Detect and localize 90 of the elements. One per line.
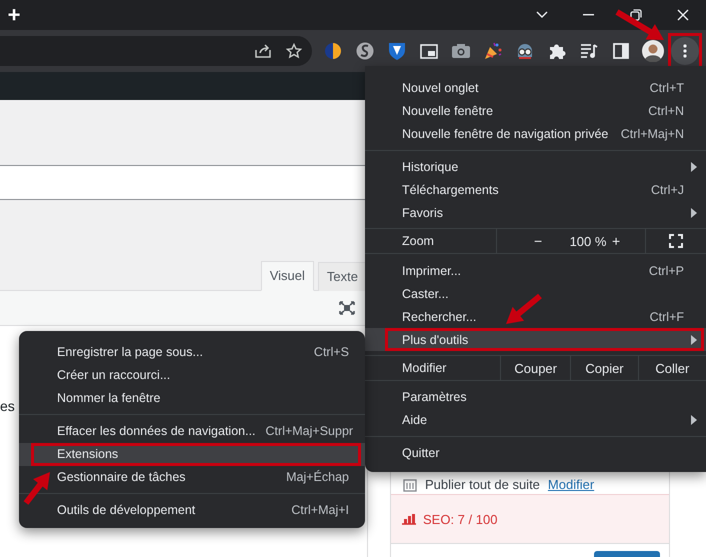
s-logo-icon[interactable] xyxy=(356,42,374,60)
menu-item[interactable]: Favoris xyxy=(365,201,706,224)
edit-button[interactable]: Couper xyxy=(500,356,570,380)
menu-item-label: Outils de développement xyxy=(57,503,196,517)
minimize-icon[interactable] xyxy=(583,14,594,16)
menu-item[interactable]: Plus d'outils xyxy=(365,328,706,351)
body-text: es xyxy=(0,398,15,414)
menu-item[interactable]: Outils de développement Ctrl+Maj+I xyxy=(19,498,365,522)
zoom-in-button[interactable]: + xyxy=(612,233,642,249)
menu-item[interactable]: Téléchargements Ctrl+J xyxy=(365,178,706,201)
puzzle-icon[interactable] xyxy=(548,42,566,60)
shield-icon[interactable] xyxy=(388,41,406,61)
menu-item-label: Zoom xyxy=(401,233,435,250)
close-icon[interactable] xyxy=(676,9,688,21)
star-icon[interactable] xyxy=(286,43,302,59)
editor-tab[interactable]: Texte xyxy=(318,262,367,291)
shortcut-text: Ctrl+J xyxy=(651,182,684,196)
publish-text: Publier tout de suite xyxy=(425,477,540,492)
menu-item[interactable]: Créer un raccourci... xyxy=(19,364,365,386)
menu-item[interactable]: Quitter xyxy=(365,441,706,464)
seo-score: SEO: 7 / 100 xyxy=(423,512,498,526)
kebab-menu-icon xyxy=(683,44,687,58)
fullscreen-icon[interactable] xyxy=(339,301,355,315)
menu-item-label: Quitter xyxy=(402,446,440,460)
annotation-arrow xyxy=(24,472,50,505)
shortcut-text: Maj+Échap xyxy=(286,470,349,484)
menu-item[interactable]: Effacer les données de navigation... Ctrl+Maj+Suppr xyxy=(19,420,365,442)
menu-item[interactable]: Gestionnaire de tâches Maj+Échap xyxy=(19,466,365,488)
menu-item-label: Paramètres xyxy=(402,390,467,404)
menu-item[interactable]: Paramètres xyxy=(365,385,706,408)
menu-item-label: Effacer les données de navigation... xyxy=(57,424,256,438)
party-popper-icon[interactable] xyxy=(483,41,503,61)
menu-item-label: Nouvelle fenêtre xyxy=(402,104,494,118)
new-tab-button[interactable]: + xyxy=(0,2,28,28)
chevron-down-icon[interactable] xyxy=(536,11,548,19)
menu-item-label: Rechercher... xyxy=(402,310,476,324)
menu-item-label: Favoris xyxy=(402,206,443,220)
menu-item[interactable]: Rechercher... Ctrl+F xyxy=(365,305,706,328)
share-icon[interactable] xyxy=(254,43,272,59)
playlist-icon[interactable] xyxy=(580,43,598,59)
menu-item-label: Téléchargements xyxy=(402,182,499,196)
menu-item-label: Imprimer... xyxy=(402,264,462,278)
menu-item-label: Plus d'outils xyxy=(402,332,468,346)
menu-item-label: Historique xyxy=(402,160,458,174)
camera-icon[interactable] xyxy=(451,43,471,59)
menu-item[interactable]: Nouvel onglet Ctrl+T xyxy=(365,76,706,99)
menu-item-label: Créer un raccourci... xyxy=(57,368,170,382)
picture-in-picture-icon[interactable] xyxy=(420,44,438,58)
zoom-level: 100 % xyxy=(568,234,608,248)
menu-item-label: Aide xyxy=(402,412,428,426)
menu-item-label: Extensions xyxy=(57,447,118,461)
zoom-out-button[interactable]: − xyxy=(534,233,564,249)
calendar-icon xyxy=(403,478,417,492)
menu-item[interactable]: Nouvelle fenêtre Ctrl+N xyxy=(365,99,706,122)
menu-button[interactable] xyxy=(671,37,699,65)
shortcut-text: Ctrl+F xyxy=(650,310,684,324)
editor-tab[interactable]: Visuel xyxy=(260,261,314,291)
menu-item-label: Caster... xyxy=(402,286,449,300)
shortcut-text: Ctrl+Maj+Suppr xyxy=(266,424,354,438)
menu-item[interactable]: Nommer la fenêtre xyxy=(19,386,365,410)
title-field[interactable] xyxy=(0,165,367,200)
annotation-arrow xyxy=(506,294,542,324)
menu-item-label: Nouvelle fenêtre de navigation privée xyxy=(402,126,608,140)
menu-item[interactable]: Nouvelle fenêtre de navigation privée Ctrl+Maj+N xyxy=(365,122,706,145)
menu-item[interactable]: Aide xyxy=(365,408,706,431)
menu-item[interactable]: Enregistrer la page sous... Ctrl+S xyxy=(19,340,365,364)
half-circle-icon[interactable] xyxy=(324,42,342,60)
menu-item-label: Nouvel onglet xyxy=(402,80,478,94)
menu-item-label: Modifier xyxy=(401,360,448,377)
shortcut-text: Ctrl+T xyxy=(650,80,684,94)
shortcut-text: Ctrl+Maj+I xyxy=(291,503,349,517)
edit-button[interactable]: Coller xyxy=(638,356,706,380)
seo-chart-icon xyxy=(401,513,417,525)
menu-item[interactable]: Extensions xyxy=(19,442,365,466)
menu-item-label: Enregistrer la page sous... xyxy=(57,345,203,359)
shortcut-text: Ctrl+P xyxy=(648,264,684,278)
menu-item[interactable]: Imprimer... Ctrl+P xyxy=(365,259,706,282)
edit-button[interactable]: Copier xyxy=(570,356,638,380)
shortcut-text: Ctrl+S xyxy=(314,345,349,359)
menu-item[interactable]: Historique xyxy=(365,155,706,178)
annotation-arrow xyxy=(616,9,664,40)
edit-link[interactable]: Modifier xyxy=(548,477,594,492)
menu-item[interactable]: Caster... xyxy=(365,282,706,305)
side-panel-icon[interactable] xyxy=(613,43,629,59)
goggles-icon[interactable] xyxy=(515,42,535,60)
shortcut-text: Ctrl+N xyxy=(648,104,684,118)
avatar-icon[interactable] xyxy=(642,40,664,62)
menu-item-label: Nommer la fenêtre xyxy=(57,391,161,405)
shortcut-text: Ctrl+Maj+N xyxy=(620,126,684,140)
menu-item-label: Gestionnaire de tâches xyxy=(57,470,186,484)
